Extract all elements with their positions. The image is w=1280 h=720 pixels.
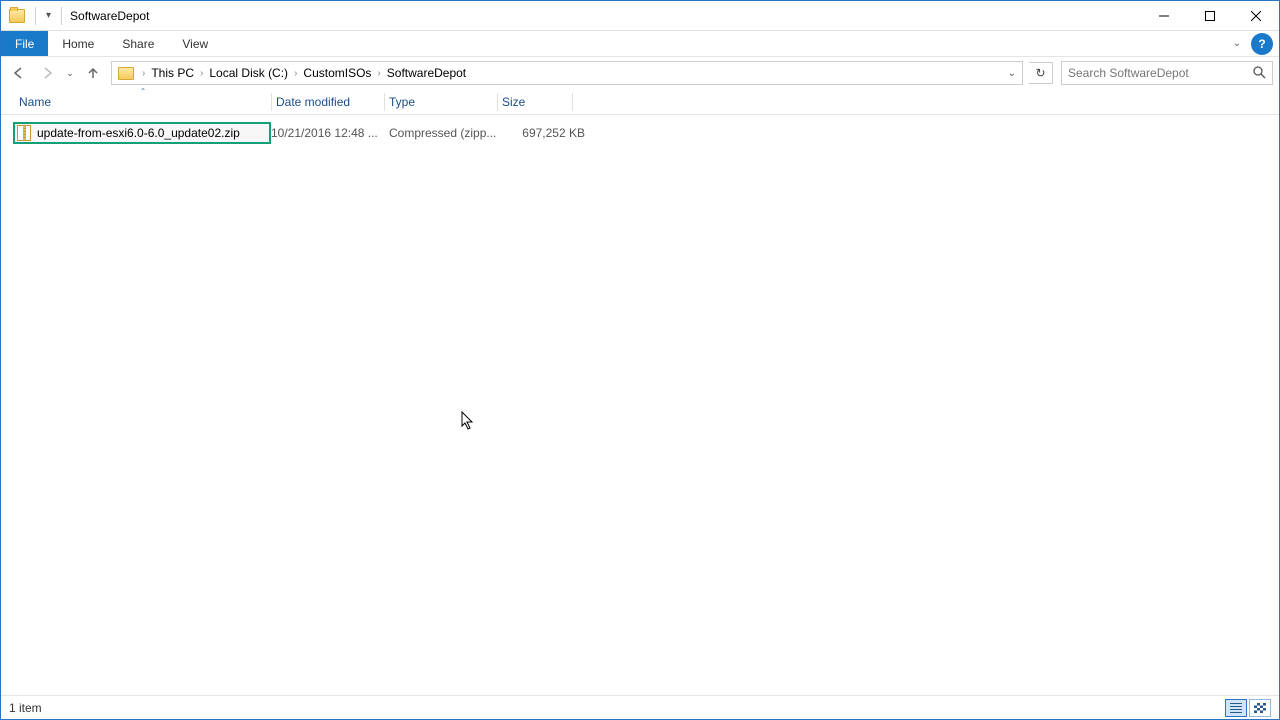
column-headers: Name⌃ Date modified Type Size (1, 89, 1279, 115)
tab-view[interactable]: View (168, 31, 222, 56)
search-box[interactable] (1061, 61, 1273, 85)
item-count: 1 item (9, 701, 42, 715)
address-bar[interactable]: › This PC › Local Disk (C:) › CustomISOs… (111, 61, 1023, 85)
minimize-button[interactable] (1141, 1, 1187, 31)
qat-dropdown-icon[interactable]: ▾ (46, 10, 51, 21)
nav-bar: ⌄ › This PC › Local Disk (C:) › CustomIS… (1, 57, 1279, 89)
breadcrumb-segment[interactable]: CustomISOs (299, 66, 375, 80)
file-date: 10/21/2016 12:48 ... (271, 126, 389, 140)
forward-button[interactable] (35, 61, 59, 85)
ribbon-tabs: File Home Share View ⌄ ? (1, 31, 1279, 57)
tab-share[interactable]: Share (108, 31, 168, 56)
ribbon-collapse-icon[interactable]: ⌄ (1225, 31, 1249, 56)
up-button[interactable] (81, 61, 105, 85)
file-row[interactable]: update-from-esxi6.0-6.0_update02.zip 10/… (13, 121, 1279, 145)
sort-asc-icon: ⌃ (140, 87, 147, 96)
breadcrumb-segment[interactable]: This PC (147, 66, 198, 80)
breadcrumb-segment[interactable]: SoftwareDepot (383, 66, 470, 80)
recent-dropdown-icon[interactable]: ⌄ (63, 61, 77, 85)
search-icon[interactable] (1253, 66, 1266, 84)
chevron-right-icon[interactable]: › (294, 68, 297, 79)
file-name[interactable]: update-from-esxi6.0-6.0_update02.zip (37, 126, 240, 140)
file-type: Compressed (zipp... (389, 126, 507, 140)
zip-file-icon (17, 125, 31, 141)
status-bar: 1 item (1, 695, 1279, 719)
tab-home[interactable]: Home (48, 31, 108, 56)
folder-icon (118, 67, 134, 80)
maximize-button[interactable] (1187, 1, 1233, 31)
cursor-icon (461, 411, 475, 431)
tab-file[interactable]: File (1, 31, 48, 56)
chevron-right-icon[interactable]: › (200, 68, 203, 79)
chevron-right-icon[interactable]: › (377, 68, 380, 79)
close-button[interactable] (1233, 1, 1279, 31)
column-type[interactable]: Type (385, 95, 497, 109)
search-input[interactable] (1062, 66, 1272, 80)
folder-icon (9, 9, 25, 23)
large-icons-view-button[interactable] (1249, 699, 1271, 717)
breadcrumb-segment[interactable]: Local Disk (C:) (205, 66, 292, 80)
window-title: SoftwareDepot (70, 9, 149, 23)
address-dropdown-icon[interactable]: ⌄ (1002, 68, 1022, 79)
column-size[interactable]: Size (498, 95, 572, 109)
refresh-button[interactable]: ↻ (1029, 62, 1053, 84)
help-icon[interactable]: ? (1251, 33, 1273, 55)
file-highlight: update-from-esxi6.0-6.0_update02.zip (13, 122, 271, 144)
file-list[interactable]: update-from-esxi6.0-6.0_update02.zip 10/… (1, 121, 1279, 701)
back-button[interactable] (7, 61, 31, 85)
chevron-right-icon[interactable]: › (142, 68, 145, 79)
details-view-button[interactable] (1225, 699, 1247, 717)
title-bar: ▾ SoftwareDepot (1, 1, 1279, 31)
column-date[interactable]: Date modified (272, 95, 384, 109)
column-name[interactable]: Name⌃ (15, 95, 271, 109)
file-size: 697,252 KB (507, 126, 585, 140)
